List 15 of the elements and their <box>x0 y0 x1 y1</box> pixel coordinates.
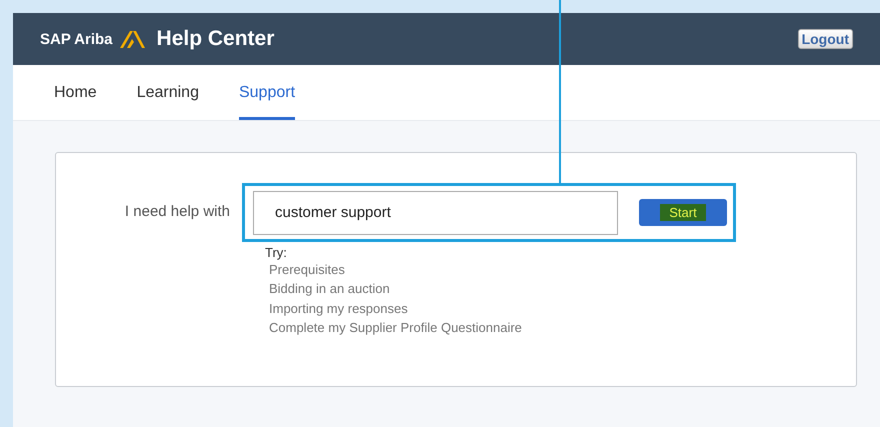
suggestion-link[interactable]: Bidding in an auction <box>269 279 390 299</box>
nav-tab[interactable]: Support <box>238 65 296 120</box>
try-heading: Try: <box>265 245 288 260</box>
logo-icon <box>118 29 145 49</box>
suggestion-link[interactable]: Importing my responses <box>269 298 408 318</box>
search-field[interactable]: customer support <box>253 190 618 234</box>
brand-name: SAP Ariba <box>40 30 113 48</box>
nav-tab[interactable]: Learning <box>136 65 199 120</box>
site-title: Help Center <box>156 27 276 51</box>
logout-button[interactable]: Logout <box>798 29 853 49</box>
nav-tab[interactable]: Home <box>54 65 97 120</box>
start-button[interactable]: Start <box>639 199 727 226</box>
suggestion-link[interactable]: Prerequisites <box>269 260 345 280</box>
search-label: I need help with <box>124 203 230 220</box>
suggestion-link[interactable]: Complete my Supplier Profile Questionnaire <box>269 318 522 338</box>
